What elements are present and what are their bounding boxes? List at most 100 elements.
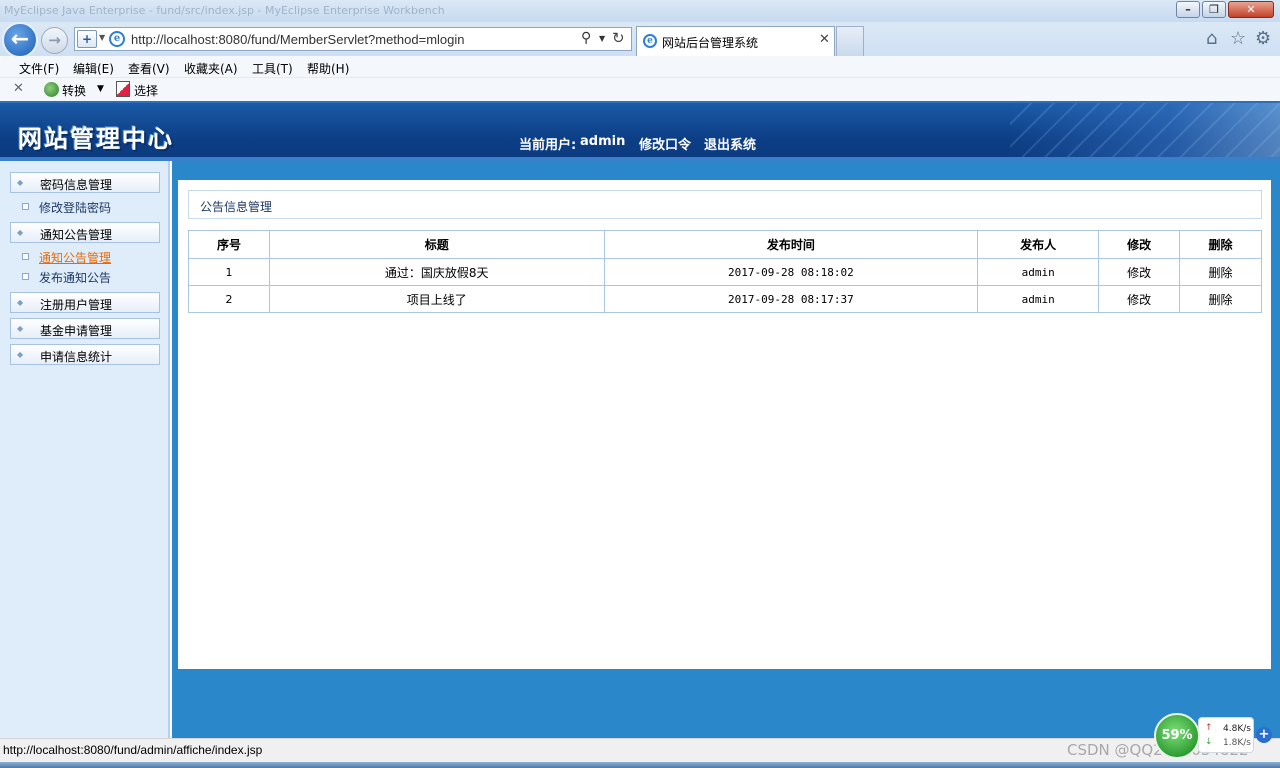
cell-index: 1 [188,258,270,286]
diamond-icon: ◆ [17,298,24,307]
change-password-link[interactable]: 修改口令 [639,134,691,153]
current-user-name: admin [580,134,626,149]
sidebar-group-fund-applications[interactable]: ◆ 基金申请管理 [10,318,160,339]
column-header-title: 标题 [268,230,605,259]
cell-publisher: admin [977,285,1100,313]
download-speed: 1.8K/s [1223,738,1251,748]
window-title: MyEclipse Java Enterprise - fund/src/ind… [4,4,445,17]
close-toolbar-icon[interactable]: ✕ [13,81,24,96]
chevron-down-icon[interactable]: ▼ [97,84,104,94]
chevron-down-icon[interactable]: ▼ [99,33,105,42]
search-icon[interactable]: ⚲ [581,30,591,46]
convert-icon[interactable] [44,82,59,97]
close-icon: ✕ [1246,3,1256,16]
windows-taskbar [0,762,1280,768]
favorites-star-icon[interactable]: ☆ [1230,28,1246,49]
sidebar-item-publish-notice[interactable]: 发布通知公告 [20,268,160,286]
sidebar-group-label: 密码信息管理 [40,178,113,192]
cell-title: 通过：国庆放假8天 [268,258,605,286]
cell-publisher: admin [977,258,1100,286]
memory-usage-ball[interactable]: 59% [1154,713,1200,759]
table-header-row: 序号 标题 发布时间 发布人 修改 删除 [188,230,1262,259]
edit-link[interactable]: 修改 [1098,285,1181,313]
restore-icon: ❐ [1209,3,1219,16]
menu-favorites[interactable]: 收藏夹(A) [184,60,238,77]
minimize-icon: – [1185,3,1191,16]
select-button[interactable]: 选择 [134,82,158,99]
forward-button[interactable]: → [41,27,68,54]
column-header-edit: 修改 [1098,230,1181,259]
menu-edit[interactable]: 编辑(E) [73,60,114,77]
sidebar-item-label[interactable]: 通知公告管理 [39,249,111,266]
menu-view[interactable]: 查看(V) [128,60,170,77]
convert-button[interactable]: 转换 [62,82,86,99]
cell-publish-time: 2017-09-28 08:18:02 [603,258,979,286]
chevron-down-icon[interactable]: ▼ [599,34,605,43]
notice-table: 序号 标题 发布时间 发布人 修改 删除 1 通过：国庆放假8天 2017-09… [188,230,1262,313]
diamond-icon: ◆ [17,178,24,187]
square-bullet-icon [22,203,29,210]
browser-tab[interactable]: e 网站后台管理系统 ✕ [636,26,835,56]
sidebar-item-label[interactable]: 修改登陆密码 [39,199,111,216]
net-speed-widget[interactable]: ↑ 4.8K/s ↓ 1.8K/s [1198,717,1254,753]
content-panel: 公告信息管理 序号 标题 发布时间 发布人 修改 删除 1 通过：国庆放假8天 … [178,180,1271,669]
upload-arrow-icon: ↑ [1205,723,1213,733]
memory-percent: 59% [1161,728,1193,743]
menu-file[interactable]: 文件(F) [19,60,59,77]
main-area: 公告信息管理 序号 标题 发布时间 发布人 修改 删除 1 通过：国庆放假8天 … [172,161,1280,738]
minimize-button[interactable]: – [1176,1,1200,18]
status-url: http://localhost:8080/fund/admin/affiche… [3,743,263,757]
address-url[interactable]: http://localhost:8080/fund/MemberServlet… [131,32,465,47]
site-logo: 网站管理中心 [18,125,174,153]
sidebar-group-label: 注册用户管理 [40,298,113,312]
delete-link[interactable]: 删除 [1179,285,1262,313]
logout-link[interactable]: 退出系统 [704,134,756,153]
sidebar-group-label: 申请信息统计 [40,350,113,364]
home-icon[interactable]: ⌂ [1206,28,1217,49]
tab-title[interactable]: 网站后台管理系统 [662,34,758,51]
column-header-publish-time: 发布时间 [603,230,979,259]
site-header: 网站管理中心 当前用户: admin 修改口令 退出系统 [0,101,1280,161]
upload-speed: 4.8K/s [1223,724,1251,734]
delete-link[interactable]: 删除 [1179,258,1262,286]
sidebar-item-label[interactable]: 发布通知公告 [39,269,111,286]
panel-title: 公告信息管理 [200,200,273,214]
current-user-label: 当前用户: [519,138,577,153]
ie-page-icon: e [109,31,125,47]
column-header-delete: 删除 [1179,230,1262,259]
back-arrow-icon: ← [10,27,30,52]
column-header-publisher: 发布人 [977,230,1100,259]
column-header-index: 序号 [188,230,270,259]
panel-title-bar: 公告信息管理 [188,190,1262,219]
sidebar-item-change-login-password[interactable]: 修改登陆密码 [20,198,160,216]
diamond-icon: ◆ [17,350,24,359]
ie-page-icon: e [643,34,657,48]
sidebar-group-password[interactable]: ◆ 密码信息管理 [10,172,160,193]
menu-tools[interactable]: 工具(T) [252,60,293,77]
sidebar-group-label: 通知公告管理 [40,228,113,242]
menu-help[interactable]: 帮助(H) [307,60,349,77]
back-button[interactable]: ← [2,22,38,58]
plus-icon[interactable]: + [1256,727,1272,743]
maximize-button[interactable]: ❐ [1202,1,1226,18]
sidebar-group-users[interactable]: ◆ 注册用户管理 [10,292,160,313]
new-tab-button[interactable] [836,26,864,56]
edit-link[interactable]: 修改 [1098,258,1181,286]
diamond-icon: ◆ [17,228,24,237]
close-window-button[interactable]: ✕ [1228,1,1274,18]
gear-icon[interactable]: ⚙ [1255,28,1271,49]
sidebar-item-notice-management[interactable]: 通知公告管理 [20,248,160,266]
status-bar: http://localhost:8080/fund/admin/affiche… [0,738,1280,762]
sidebar-group-notices[interactable]: ◆ 通知公告管理 [10,222,160,243]
forward-arrow-icon: → [48,31,61,49]
cell-publish-time: 2017-09-28 08:17:37 [603,285,979,313]
address-bar[interactable]: + ▼ e http://localhost:8080/fund/MemberS… [74,27,632,51]
sidebar-group-statistics[interactable]: ◆ 申请信息统计 [10,344,160,365]
refresh-icon[interactable]: ↻ [612,29,625,47]
compatibility-view-icon[interactable]: + [77,30,97,48]
close-tab-icon[interactable]: ✕ [819,32,830,47]
command-bar: ✕ 转换 ▼ 选择 [0,78,1280,101]
download-arrow-icon: ↓ [1205,737,1213,747]
browser-navbar: ← → + ▼ e http://localhost:8080/fund/Mem… [0,22,1280,58]
select-pdf-icon[interactable] [116,81,130,97]
